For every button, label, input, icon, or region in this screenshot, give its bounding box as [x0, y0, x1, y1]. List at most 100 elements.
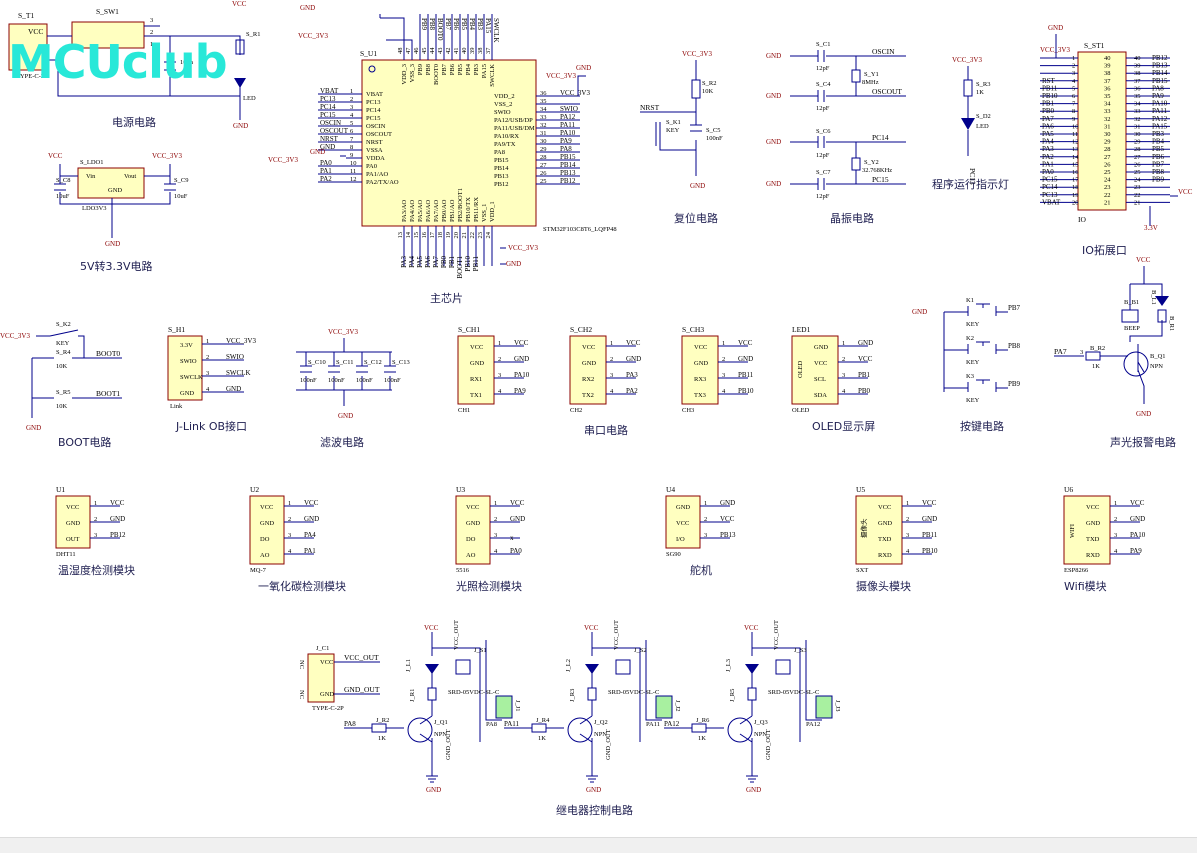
mcu-right-vcc33: VCC_3V3 [546, 72, 576, 80]
mcu-left-vcc33: VCC_3V3 [268, 156, 298, 164]
oled-pin-name: VCC [814, 360, 827, 367]
serial-2-pin-num: 1 [610, 340, 613, 347]
serial-1-pin-name: RX1 [470, 376, 482, 383]
serial-1-pin-num: 1 [498, 340, 501, 347]
power-gnd: GND [233, 122, 248, 130]
mcu-left-net: PA2 [320, 175, 332, 183]
io-ref: S_ST1 [1084, 41, 1105, 50]
relay-jc-vcc: VCC [320, 659, 333, 666]
relay-s-ref: J_S1 [474, 647, 487, 654]
filter-cap-ref: S_C12 [364, 359, 382, 366]
io-right-num-out: 25 [1134, 169, 1141, 176]
boot-ground: GND [26, 424, 41, 432]
relay-base-r-ref: J_R2 [376, 717, 389, 724]
mcu-bottom-net: PA6 [424, 256, 432, 268]
mcu-bottom-net: PB10 [464, 256, 472, 272]
io-right-num-out: 30 [1134, 131, 1141, 138]
serial-3-pin-num: 2 [722, 356, 725, 363]
mcu-bottom-net: PB0 [440, 256, 448, 269]
crystal-y2-value: 32.768KHz [862, 167, 892, 174]
caption-alarm: 声光报警电路 [1110, 435, 1176, 449]
reset-key-ref: S_K1 [666, 119, 681, 126]
mcu-right-net: PB14 [560, 161, 576, 169]
mcu-left-pin-name: VDDA [366, 155, 385, 162]
module-2-part: MQ-7 [250, 567, 267, 574]
mcu-left-pin-name: VBAT [366, 91, 383, 98]
io-right-num-out: 28 [1134, 146, 1141, 153]
relay-gnd-out: GND_OUT [344, 685, 380, 694]
mcu-right-net: PB13 [560, 169, 576, 177]
mcu-bottom-pin-name: PA6/AO [425, 200, 432, 222]
module-2-pin-num: 3 [288, 532, 291, 539]
module-4-pin-num: 1 [704, 500, 707, 507]
serial-3-pin-num: 3 [722, 372, 725, 379]
io-right-num: 22 [1104, 192, 1111, 199]
io-left-num: 18 [1072, 184, 1079, 191]
io-right-num-out: 36 [1134, 85, 1141, 92]
relay-base-r-value: 1K [538, 735, 546, 742]
boot-key-label: KEY [56, 340, 70, 347]
crystal-gnd-1: GND [766, 52, 781, 60]
relay-led-icon [425, 664, 439, 674]
crystal-c1-ref: S_C1 [816, 41, 830, 48]
io-left-num: 1 [1072, 55, 1075, 62]
mcu-right-pin-num: 34 [540, 106, 547, 113]
mcu-left-net: NRST [320, 135, 339, 143]
mcu-bottom-pin-num: 15 [413, 232, 420, 239]
crystal-c4-ref: S_C4 [816, 81, 831, 88]
jlink-pin-name: 3.3V [180, 342, 193, 349]
mcu-right-pin-num: 35 [540, 98, 547, 105]
mcu-left-pin-name: PA2/TX/AO [366, 179, 399, 186]
io-left-num: 20 [1072, 199, 1079, 206]
io-right-num-out: 24 [1134, 177, 1141, 184]
key-net: PB9 [1008, 380, 1021, 388]
io-right-num: 36 [1104, 85, 1111, 92]
io-right-num-out: 35 [1134, 93, 1141, 100]
jlink-pin-net: SWIO [226, 353, 244, 361]
mcu-right-pin-num: 36 [540, 90, 547, 97]
io-right-num-out: 21 [1134, 199, 1141, 206]
reset-circuit: VCC_3V3 S_R2 10K NRST S_K1 KEY S_C5 100n… [640, 50, 723, 225]
led-r3-ref: S_R3 [976, 81, 990, 88]
module-6-part: ESP8266 [1064, 567, 1089, 574]
boot-circuit: VCC_3V3 S_K2 KEY S_R4 10K S_R5 10K BOOT0… [0, 321, 122, 449]
mcu-left-pin-num: 12 [350, 176, 357, 183]
module-5-title: 摄像头 [859, 518, 868, 538]
reset-c5-ref: S_C5 [706, 127, 720, 134]
serial-3-pin-net: PB10 [738, 387, 754, 395]
serial-2-pin-name: RX2 [582, 376, 594, 383]
serial-1-pin-num: 3 [498, 372, 501, 379]
mcu-top-net: BOOT0 [436, 18, 444, 41]
mcu-bottom-pin-num: 14 [405, 231, 412, 238]
module-5-ref: U5 [856, 485, 865, 494]
mcu-right-pin-name: VSS_2 [494, 101, 512, 108]
jlink-header: S_H1 Link J-Link OB接口 3.3V 1 VCC_3V3 SWIO 2 S… [167, 325, 256, 433]
io-right-num: 30 [1104, 131, 1111, 138]
mcu-top-pin-num: 40 [461, 48, 468, 55]
mcu-left-net: OSCIN [320, 119, 341, 127]
oled-display: OLED显示屏 LED1 OLED OLED GND 1 GND VCC 2 VCC SCL 3 PB… [791, 325, 875, 433]
alarm-r1-ref: B_R1 [1168, 316, 1175, 331]
mcu-bottom-pin-num: 20 [453, 232, 460, 239]
mcu-left-pin-name: OSCOUT [366, 131, 392, 138]
module-6-pin-name: GND [1086, 520, 1100, 527]
serial-3-ref: S_CH3 [682, 325, 704, 334]
io-right-num-out: 31 [1134, 123, 1141, 130]
io-right-num-out: 34 [1134, 101, 1141, 108]
mcu-right-pin-name: PA10/RX [494, 133, 519, 140]
mcu-right-net: PA12 [560, 113, 576, 121]
module-2-pin-name: GND [260, 520, 274, 527]
mcu-top-pin-name: PB5 [457, 64, 464, 75]
power-circuit: S_T1 VCC TYPE-C-2P S_SW1 3 2 1 100n VCC … [8, 0, 260, 130]
module-4-pin-name: I/O [676, 536, 685, 543]
relay-j-ref: J_J1 [514, 700, 521, 712]
mcu-bottom-pin-name: PA3/AO [401, 200, 408, 222]
relay-l-ref: J_L3 [725, 659, 732, 672]
io-header: S_ST1 IO GND VCC_3V3 VCC 3.3V IO拓展口 1234… [1040, 24, 1193, 257]
caption-dht: 温湿度检测模块 [58, 563, 135, 577]
oled-pin-num: 1 [842, 340, 845, 347]
io-right-num: 34 [1104, 101, 1111, 108]
key-label: KEY [966, 321, 980, 328]
serial-3-pin-name: GND [694, 360, 708, 367]
alarm-l1-ref: B_L1 [1150, 290, 1157, 305]
